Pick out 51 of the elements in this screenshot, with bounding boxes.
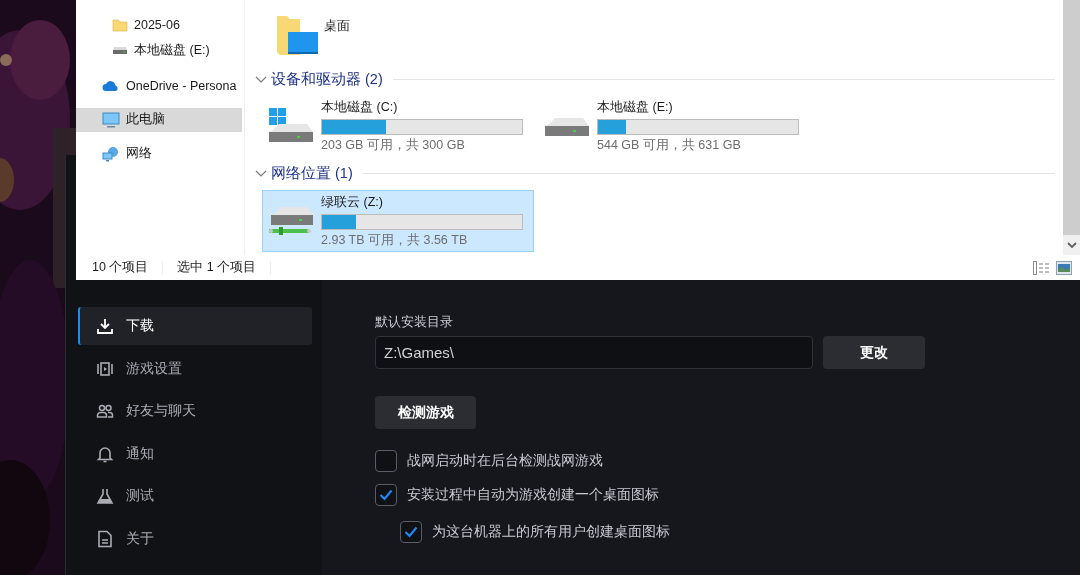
drive-tile[interactable]: 本地磁盘 (E:) 544 GB 可用，共 631 GB <box>538 95 810 157</box>
sidebar-item[interactable]: 通知 <box>78 434 312 473</box>
nav-item[interactable]: 此电脑 <box>76 107 242 132</box>
sidebar-item[interactable]: 下载 <box>78 307 312 345</box>
drive-space: 2.93 TB 可用，共 3.56 TB <box>321 231 469 249</box>
folder-item[interactable]: 桌面 <box>275 14 395 57</box>
download-icon <box>96 317 114 335</box>
sidebar-item[interactable]: 好友与聊天 <box>78 392 312 430</box>
sidebar-item[interactable]: 测试 <box>78 477 312 515</box>
details-view-icon <box>1033 260 1050 275</box>
bell-icon <box>96 444 114 463</box>
checkbox[interactable] <box>375 484 397 506</box>
friends-icon <box>96 402 114 420</box>
folder-icon <box>112 17 128 33</box>
change-button[interactable]: 更改 <box>823 336 925 369</box>
field-label: 默认安装目录 <box>375 313 454 331</box>
nav-item[interactable]: 2025-06 <box>76 12 242 38</box>
install-path-field[interactable]: Z:\Games\ <box>375 336 813 369</box>
scroll-down-icon <box>1066 241 1077 249</box>
document-icon <box>96 529 114 548</box>
option-label: 战网启动时在后台检测战网游戏 <box>407 452 603 470</box>
selection-count: 选中 1 个项目 <box>177 259 257 276</box>
group-title[interactable]: 设备和驱动器 (2) <box>271 69 383 89</box>
drive-tile[interactable]: 本地磁盘 (C:) 203 GB 可用，共 300 GB <box>262 95 534 157</box>
nav-item[interactable]: 网络 <box>76 141 242 166</box>
checkbox[interactable] <box>375 450 397 472</box>
network-icon <box>102 145 120 162</box>
desktop-folder-icon <box>275 14 318 57</box>
drive-space: 203 GB 可用，共 300 GB <box>321 136 466 154</box>
checkmark-icon <box>404 526 418 538</box>
option-label: 安装过程中自动为游戏创建一个桌面图标 <box>407 486 659 504</box>
group-title[interactable]: 网络位置 (1) <box>271 163 353 183</box>
nav-item[interactable]: OneDrive - Persona <box>76 73 242 98</box>
drive-name: 本地磁盘 (C:) <box>321 98 399 116</box>
drive-tile[interactable]: 绿联云 (Z:) 2.93 TB 可用，共 3.56 TB <box>262 190 534 252</box>
sidebar-item[interactable]: 关于 <box>78 519 312 558</box>
game-icon <box>96 359 114 378</box>
option-label: 为这台机器上的所有用户创建桌面图标 <box>432 523 670 541</box>
item-count: 10 个项目 <box>92 259 149 276</box>
monitor-icon <box>102 111 120 128</box>
drive-space: 544 GB 可用，共 631 GB <box>597 136 742 154</box>
nav-item[interactable]: 本地磁盘 (E:) <box>76 37 242 63</box>
scan-games-button[interactable]: 检测游戏 <box>375 396 476 429</box>
drive-name: 本地磁盘 (E:) <box>597 98 674 116</box>
large-icons-view-icon <box>1056 260 1072 275</box>
drive-name: 绿联云 (Z:) <box>321 193 384 211</box>
flask-icon <box>96 487 114 505</box>
checkbox[interactable] <box>400 521 422 543</box>
drive-icon <box>112 45 128 55</box>
checkmark-icon <box>379 489 393 501</box>
sidebar-item[interactable]: 游戏设置 <box>78 349 312 388</box>
